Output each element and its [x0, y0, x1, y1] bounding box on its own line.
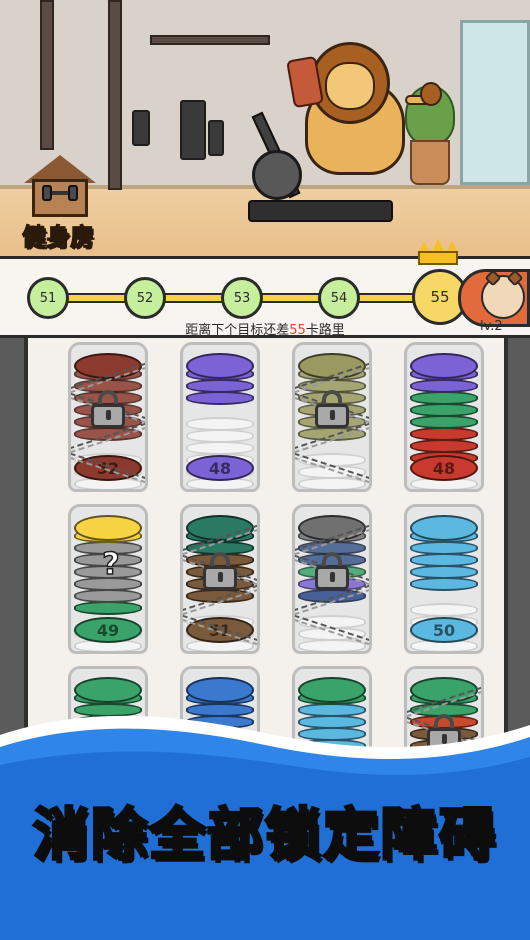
top-chip [74, 677, 142, 703]
window [460, 20, 530, 185]
progress-panel: 51 52 53 54 55 lv.2 距离下个目标还差55卡路里 [0, 239, 530, 338]
gym-label: 健身房 [22, 223, 95, 252]
gym-location-button[interactable]: 健身房 [8, 155, 108, 253]
chip-tube[interactable]: 48 [404, 342, 484, 492]
chip [186, 379, 254, 393]
exercise-bike-base [248, 200, 393, 222]
top-chip [74, 515, 142, 541]
chip [410, 403, 478, 417]
padlock-icon [315, 390, 349, 428]
level-node: 52 [124, 277, 166, 319]
crown-icon [417, 239, 459, 265]
chip-value-label: 48 [410, 455, 478, 481]
chip [186, 391, 254, 405]
padlock-icon [315, 552, 349, 590]
avatar [481, 269, 525, 319]
padlock-icon [203, 552, 237, 590]
weight-plate [132, 110, 150, 146]
chip [410, 391, 478, 405]
chip-tube[interactable]: 49? [68, 504, 148, 654]
weight-rack-bar [150, 35, 270, 45]
target-suffix: 卡路里 [305, 323, 345, 338]
chip-value-label: 48 [186, 455, 254, 481]
top-chip [298, 677, 366, 703]
chip-tube[interactable]: 48 [180, 342, 260, 492]
weight-plate [208, 120, 224, 156]
chip [74, 601, 142, 615]
chip-tube[interactable]: 50 [404, 504, 484, 654]
target-value: 55 [289, 323, 306, 338]
top-chip [186, 677, 254, 703]
weight-rack-post [40, 0, 54, 150]
plant-pot [410, 140, 450, 185]
top-chip [186, 353, 254, 379]
locked-tube[interactable] [292, 342, 372, 492]
chip [410, 577, 478, 591]
mystery-icon: ? [102, 546, 121, 583]
chip [410, 541, 478, 555]
target-text: 距离下个目标还差55卡路里 [0, 319, 530, 338]
lion-face [325, 62, 375, 110]
target-prefix: 距离下个目标还差 [185, 323, 290, 338]
padlock-icon [91, 390, 125, 428]
exercise-bike-wheel [252, 150, 302, 200]
gym-scene: 健身房 [0, 0, 530, 258]
weight-plate [180, 100, 206, 160]
chip [74, 589, 142, 603]
locked-tube[interactable]: 51 [180, 504, 260, 654]
chip [410, 379, 478, 393]
chip [410, 553, 478, 567]
chip [410, 427, 478, 441]
top-chip [410, 515, 478, 541]
chip-value-label: 50 [410, 617, 478, 643]
top-chip [410, 353, 478, 379]
chip-value-label: 49 [74, 617, 142, 643]
level-node: 54 [318, 277, 360, 319]
lion-tail-tuft [420, 82, 442, 106]
weight-rack-post [108, 0, 122, 190]
dumbbell-icon [42, 185, 80, 201]
locked-tube[interactable] [292, 504, 372, 654]
level-node: 53 [221, 277, 263, 319]
gym-house-icon [24, 155, 96, 219]
chip [410, 415, 478, 429]
locked-tube[interactable]: 52 [68, 342, 148, 492]
chip [410, 565, 478, 579]
level-node: 51 [27, 277, 69, 319]
banner-title: 消除全部锁定障碍 [32, 802, 497, 870]
chip [410, 439, 478, 453]
